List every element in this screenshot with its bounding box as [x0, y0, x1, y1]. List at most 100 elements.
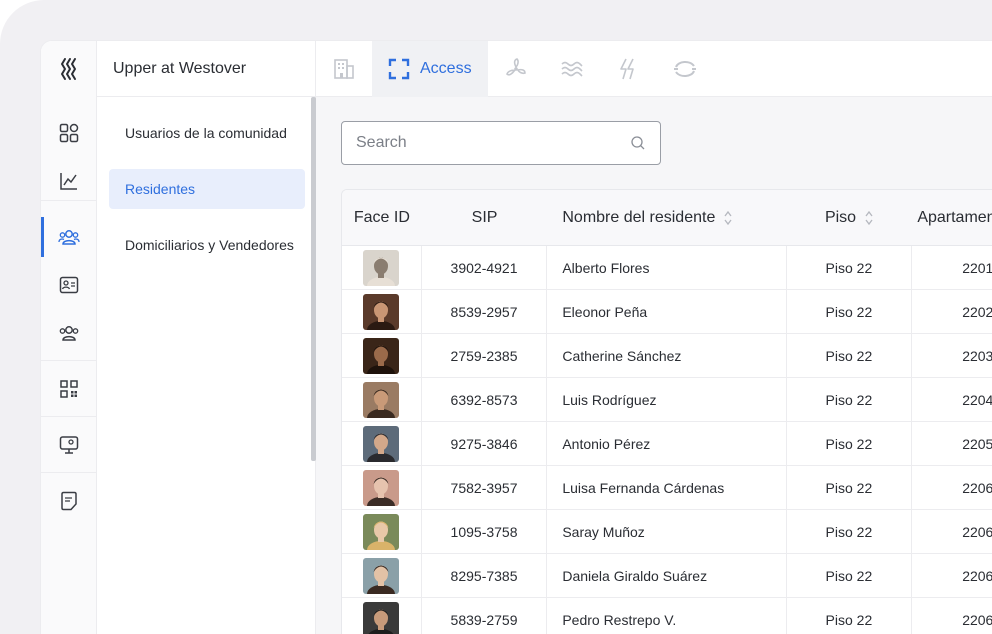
resident-name-cell: Antonio Pérez [547, 422, 787, 466]
bolt-icon [619, 58, 634, 80]
apartment-cell: 2202 [962, 304, 992, 320]
avatar[interactable] [363, 514, 400, 550]
column-header-name[interactable]: Nombre del residente [547, 190, 786, 246]
table-row[interactable]: 6392-8573 Luis Rodríguez Piso 22 2204 [342, 378, 992, 422]
search-input[interactable] [356, 134, 630, 152]
site-title[interactable]: Upper at Westover [97, 41, 316, 97]
resident-name-cell: Saray Muñoz [547, 510, 787, 554]
search-icon[interactable] [630, 135, 646, 151]
sort-icon[interactable] [864, 210, 874, 226]
table-row[interactable]: 9275-3846 Antonio Pérez Piso 22 2205 [342, 422, 992, 466]
resident-name-cell: Pedro Restrepo V. [547, 598, 787, 634]
avatar[interactable] [363, 558, 400, 594]
sip-cell: 1095-3758 [422, 510, 548, 554]
rail-qr[interactable] [41, 369, 97, 409]
tab-energy[interactable] [600, 41, 656, 97]
main-content: Face ID SIP Nombre del residente Piso [316, 97, 992, 634]
tab-water[interactable] [544, 41, 600, 97]
table-row[interactable]: 7582-3957 Luisa Fernanda Cárdenas Piso 22 2… [342, 466, 992, 510]
subnav-item-residents[interactable]: Residentes [109, 169, 305, 209]
table-row[interactable]: 8539-2957 Eleonor Peña Piso 22 2202 [342, 290, 992, 334]
tab-building[interactable] [316, 41, 372, 97]
brand-logo[interactable] [41, 41, 97, 97]
subnav-item-delivery-vendors[interactable]: Domiciliarios y Vendedores [109, 225, 305, 265]
sip-cell: 6392-8573 [422, 378, 548, 422]
sync-icon [673, 61, 696, 77]
module-tabs: Access [316, 41, 714, 97]
rail-divider [41, 360, 97, 361]
floor-cell: Piso 22 [787, 554, 913, 598]
rail-id-cards[interactable] [41, 265, 97, 305]
sip-cell: 3902-4921 [422, 246, 548, 290]
face-id-cell [342, 422, 422, 466]
apartment-cell: 2201 [962, 260, 992, 276]
section-nav: Usuarios de la comunidad Residentes Domi… [97, 97, 316, 634]
building-icon [334, 59, 354, 79]
face-id-cell [342, 246, 422, 290]
face-id-cell [342, 466, 422, 510]
avatar[interactable] [363, 338, 400, 374]
avatar[interactable] [363, 250, 400, 286]
table-row[interactable]: 1095-3758 Saray Muñoz Piso 22 2206 [342, 510, 992, 554]
users-icon [58, 230, 80, 245]
qr-code-icon [60, 380, 78, 398]
rail-notes[interactable] [41, 481, 97, 521]
table-row[interactable]: 3902-4921 Alberto Flores Piso 22 2201 [342, 246, 992, 290]
resident-name-cell: Daniela Giraldo Suárez [547, 554, 787, 598]
avatar[interactable] [363, 382, 400, 418]
waves-icon [561, 61, 583, 77]
apartment-cell: 2203 [962, 348, 992, 364]
rail-divider [41, 200, 97, 201]
avatar[interactable] [363, 602, 400, 634]
avatar[interactable] [363, 470, 400, 506]
resident-name-cell: Luisa Fernanda Cárdenas [547, 466, 787, 510]
face-id-cell [342, 510, 422, 554]
rail-dashboard[interactable] [41, 113, 97, 153]
rail-residents[interactable] [41, 217, 97, 257]
tab-access[interactable]: Access [372, 41, 488, 97]
rail-analytics[interactable] [41, 161, 97, 201]
app-window: Upper at Westover Access Usuarios de la … [40, 40, 992, 634]
apartment-cell: 2206 [962, 612, 992, 628]
column-header-floor[interactable]: Piso [787, 190, 913, 246]
sip-cell: 7582-3957 [422, 466, 548, 510]
sort-icon[interactable] [723, 210, 733, 226]
floor-cell: Piso 22 [787, 334, 913, 378]
column-header-face-id: Face ID [353, 209, 410, 226]
tab-access-label: Access [420, 60, 472, 77]
sip-cell: 2759-2385 [422, 334, 548, 378]
column-header-apartment: Apartamen [917, 209, 992, 226]
chart-icon [60, 173, 77, 190]
logo-icon [60, 58, 76, 80]
resident-name-cell: Alberto Flores [547, 246, 787, 290]
monitor-icon [59, 436, 79, 454]
avatar[interactable] [363, 426, 400, 462]
fan-icon [505, 58, 526, 76]
column-header-floor-label: Piso [824, 209, 857, 226]
floor-cell: Piso 22 [787, 598, 913, 634]
face-id-cell [342, 378, 422, 422]
apartment-cell: 2206 [962, 524, 992, 540]
table-row[interactable]: 8295-7385 Daniela Giraldo Suárez Piso 22 22… [342, 554, 992, 598]
search-box[interactable] [341, 121, 661, 165]
floor-cell: Piso 22 [787, 466, 913, 510]
face-id-cell [342, 290, 422, 334]
table-row[interactable]: 5839-2759 Pedro Restrepo V. Piso 22 2206 [342, 598, 992, 634]
rail-groups[interactable] [41, 313, 97, 353]
icon-rail [41, 97, 97, 634]
rail-divider [41, 472, 97, 473]
tab-climate[interactable] [488, 41, 544, 97]
table-row[interactable]: 2759-2385 Catherine Sánchez Piso 22 2203 [342, 334, 992, 378]
rail-monitor[interactable] [41, 425, 97, 465]
tab-sync[interactable] [656, 41, 714, 97]
resident-name-cell: Luis Rodríguez [547, 378, 787, 422]
subnav-item-community-users[interactable]: Usuarios de la comunidad [109, 113, 305, 153]
sip-cell: 5839-2759 [422, 598, 548, 634]
resident-name-cell: Eleonor Peña [547, 290, 787, 334]
id-card-icon [59, 276, 79, 294]
dashboard-icon [59, 123, 79, 143]
avatar[interactable] [363, 294, 400, 330]
residents-table: Face ID SIP Nombre del residente Piso Ap… [341, 189, 992, 634]
scan-icon [388, 58, 410, 80]
floor-cell: Piso 22 [787, 422, 913, 466]
